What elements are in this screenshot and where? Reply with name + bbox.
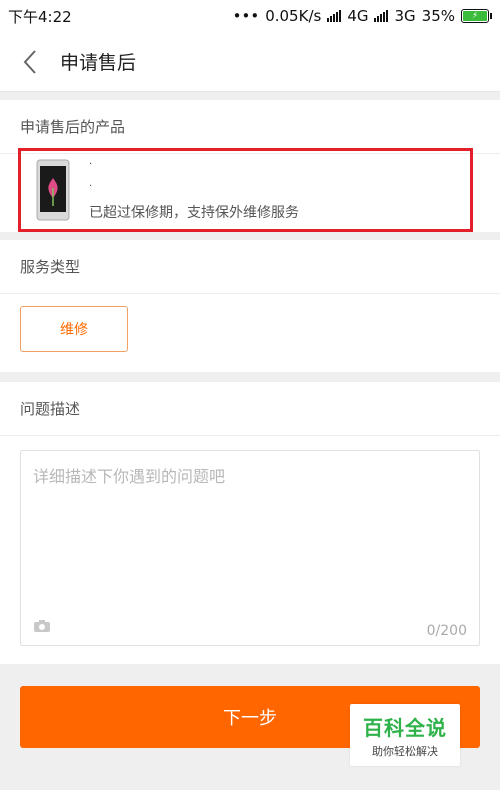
camera-icon[interactable] (33, 618, 51, 637)
status-dots: ••• (232, 7, 260, 25)
back-button[interactable] (0, 32, 60, 92)
network-type-1: 4G (347, 7, 369, 25)
status-indicators: ••• 0.05K/s 4G 3G 35% ⚡ (233, 7, 492, 25)
product-image (31, 158, 75, 222)
network-speed: 0.05K/s (265, 7, 322, 25)
page-title: 申请售后 (60, 52, 137, 74)
chevron-left-icon (23, 49, 36, 74)
watermark-title: 百科全说 (363, 715, 447, 740)
product-item[interactable]: · · 已超过保修期，支持保外维修服务 (18, 148, 473, 232)
watermark-logo: 百科全说 助你轻松解决 (350, 704, 460, 766)
repair-option-button[interactable]: 维修 (20, 306, 128, 352)
description-placeholder: 详细描述下你遇到的问题吧 (33, 467, 226, 486)
network-type-2: 3G (394, 7, 416, 25)
signal-icon (374, 10, 389, 22)
status-time: 下午4:22 (8, 7, 72, 26)
problem-section-header: 问题描述 (0, 382, 500, 436)
service-type-header: 服务类型 (0, 240, 500, 294)
status-bar: 下午4:22 ••• 0.05K/s 4G 3G 35% ⚡ (0, 0, 500, 32)
warranty-note: 已超过保修期，支持保外维修服务 (89, 205, 299, 221)
product-spec: · (89, 181, 93, 192)
nav-bar: 申请售后 (0, 32, 500, 92)
product-info: · · 已超过保修期，支持保外维修服务 (89, 158, 299, 222)
product-name: · (89, 159, 93, 170)
signal-icon (327, 10, 342, 22)
battery-percent: 35% (421, 7, 455, 25)
watermark-subtitle: 助你轻松解决 (372, 744, 438, 758)
product-section-header: 申请售后的产品 (0, 100, 500, 154)
problem-description-input[interactable]: 详细描述下你遇到的问题吧 0/200 (20, 450, 480, 646)
battery-icon: ⚡ (461, 9, 492, 23)
char-counter: 0/200 (426, 623, 467, 639)
